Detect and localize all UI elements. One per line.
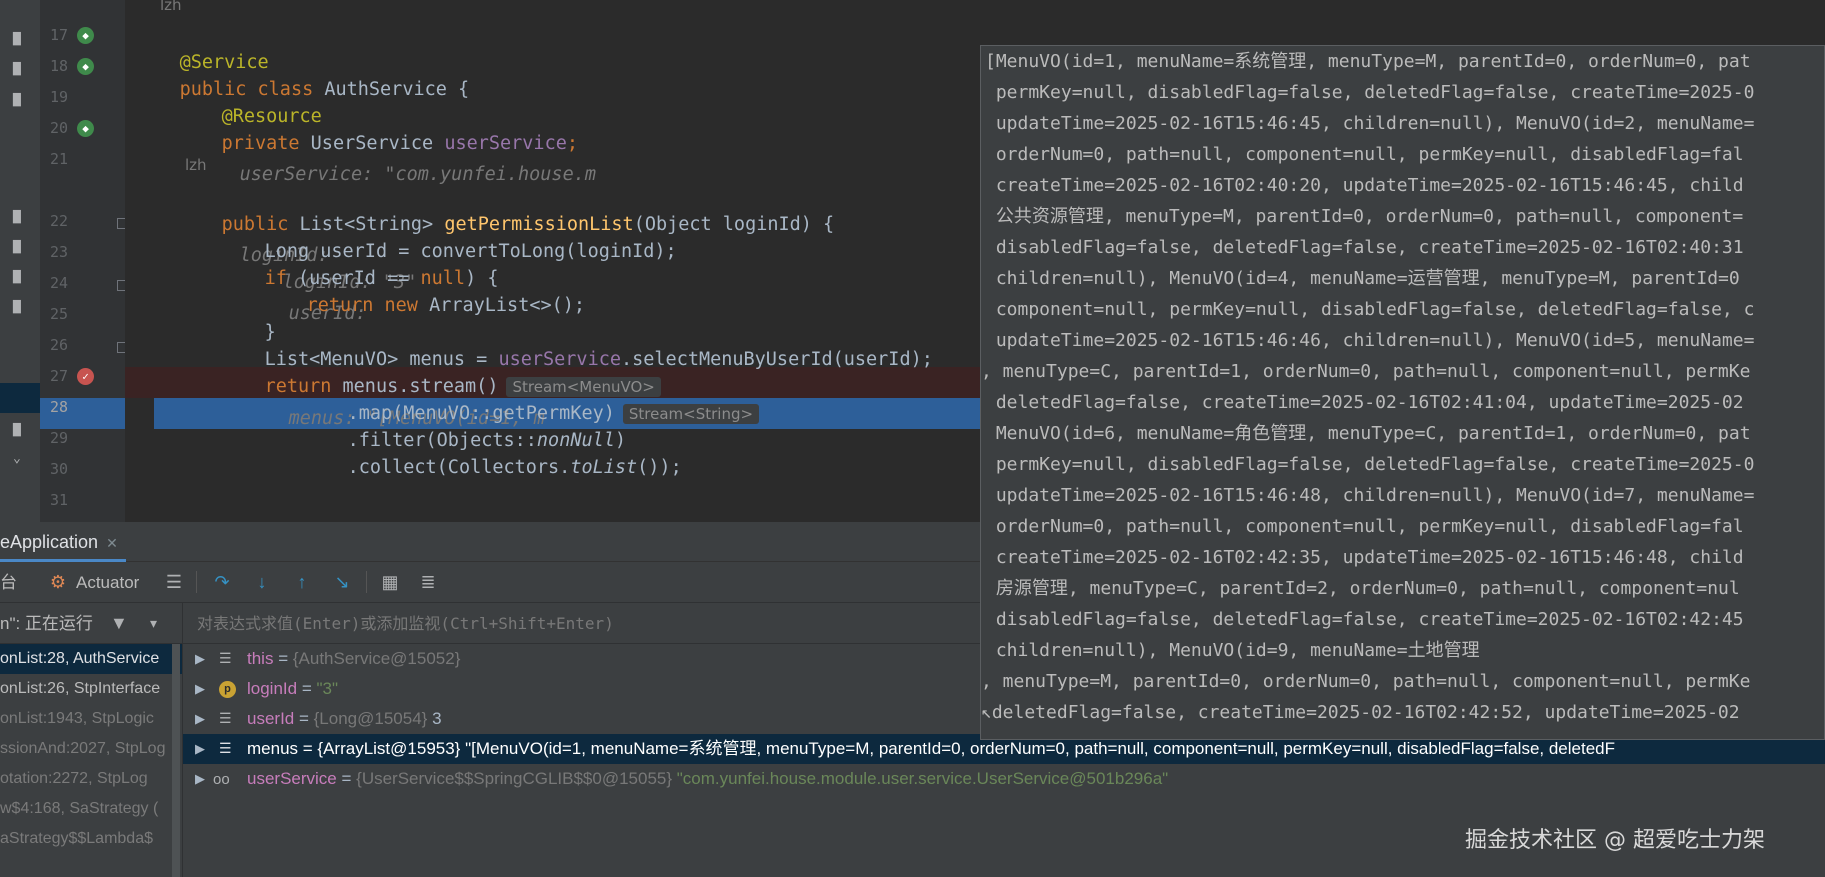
- filter-icon[interactable]: ▼: [110, 603, 128, 644]
- author-inlay[interactable]: lzh: [160, 0, 182, 14]
- breakpoint-icon[interactable]: ✓: [77, 368, 94, 385]
- tooltip-line: [MenuVO(id=1, menuName=系统管理, menuType=M,…: [985, 51, 1751, 72]
- step-over-icon[interactable]: ↷: [210, 570, 234, 594]
- frames-scrollbar[interactable]: [172, 644, 180, 877]
- line-number: 23: [49, 243, 68, 261]
- object-icon: ☰: [219, 710, 232, 726]
- folder-icon[interactable]: ▇: [13, 240, 31, 254]
- tooltip-line: permKey=null, disabledFlag=false, delete…: [985, 82, 1755, 103]
- line-number: 18: [49, 57, 68, 75]
- tab-console[interactable]: 台: [0, 562, 17, 603]
- author-inlay[interactable]: lzh: [185, 156, 207, 174]
- tooltip-line: children=null), MenuVO(id=9, menuName=土地…: [985, 640, 1480, 661]
- tooltip-line: , menuType=M, parentId=0, orderNum=0, pa…: [981, 671, 1751, 692]
- tooltip-line: updateTime=2025-02-16T15:46:48, children…: [985, 485, 1755, 506]
- folder-icon[interactable]: ▇: [13, 210, 31, 224]
- line-number: 31: [49, 491, 68, 509]
- folder-icon[interactable]: ▇: [13, 300, 31, 314]
- project-tool-strip: ▇ ▇ ▇ ▇ ▇ ▇ ▇ ▇ ⌄: [0, 0, 40, 522]
- bean-icon[interactable]: ◆: [77, 27, 94, 44]
- line-number: 29: [49, 429, 68, 447]
- tab-actuator[interactable]: Actuator: [76, 562, 139, 603]
- evaluate-expression-icon[interactable]: ▦: [378, 570, 402, 594]
- tooltip-line: component=null, permKey=null, disabledFl…: [985, 299, 1755, 320]
- line-number: 21: [49, 150, 68, 168]
- frame-item[interactable]: aStrategy$$Lambda$: [0, 824, 182, 854]
- line-number: 20: [49, 119, 68, 137]
- chevron-down-icon[interactable]: ⌄: [13, 452, 31, 466]
- thread-selector[interactable]: n": 正在运行 ▼ ▾: [0, 603, 182, 644]
- frame-item[interactable]: onList:1943, StpLogic: [0, 704, 182, 734]
- navigate-to-bean-icon[interactable]: ◆: [77, 120, 94, 137]
- frame-item[interactable]: onList:28, AuthService: [0, 644, 182, 674]
- line-number: 28: [49, 398, 68, 416]
- site-watermark: 掘金技术社区 @ 超爱吃士力架: [1465, 828, 1765, 853]
- folder-icon[interactable]: ▇: [13, 32, 31, 46]
- object-icon: ☰: [219, 650, 232, 666]
- line-number: 22: [49, 212, 68, 230]
- line-number: 19: [49, 88, 68, 106]
- tooltip-line: disabledFlag=false, deletedFlag=false, c…: [985, 609, 1744, 630]
- expand-arrow-icon[interactable]: ▶: [195, 704, 205, 734]
- tooltip-line: orderNum=0, path=null, component=null, p…: [985, 516, 1744, 537]
- frames-list: onList:28, AuthService onList:26, StpInt…: [0, 644, 182, 877]
- tooltip-line: 房源管理, menuType=C, parentId=2, orderNum=0…: [985, 578, 1740, 599]
- tooltip-line: createTime=2025-02-16T02:40:20, updateTi…: [985, 175, 1744, 196]
- folder-icon[interactable]: ▇: [13, 423, 31, 437]
- watch-glasses-icon: oo: [213, 771, 230, 788]
- variable-row-userService[interactable]: ▶ oo userService = {UserService$$SpringC…: [183, 764, 1825, 794]
- trace-stream-icon[interactable]: ≣: [416, 570, 440, 594]
- chevron-down-icon[interactable]: ▾: [150, 603, 157, 644]
- tooltip-line: 公共资源管理, menuType=M, parentId=0, orderNum…: [985, 206, 1744, 227]
- line-number: 27: [49, 367, 68, 385]
- frame-item[interactable]: otation:2272, StpLog: [0, 764, 182, 794]
- tooltip-line: permKey=null, disabledFlag=false, delete…: [985, 454, 1755, 475]
- tooltip-line: , menuType=C, parentId=1, orderNum=0, pa…: [981, 361, 1751, 382]
- folder-icon[interactable]: ▇: [13, 93, 31, 107]
- folder-icon[interactable]: ▇: [13, 270, 31, 284]
- tooltip-line: ↖deletedFlag=false, createTime=2025-02-1…: [981, 702, 1740, 723]
- frame-item[interactable]: w$4:168, SaStrategy (: [0, 794, 182, 824]
- expand-arrow-icon[interactable]: ▶: [195, 734, 205, 764]
- tooltip-line: disabledFlag=false, deletedFlag=false, c…: [985, 237, 1744, 258]
- line-number: 24: [49, 274, 68, 292]
- line-number: 17: [49, 26, 68, 44]
- thread-status[interactable]: n": 正在运行: [0, 603, 93, 644]
- step-out-icon[interactable]: ↑: [290, 570, 314, 594]
- expand-arrow-icon[interactable]: ▶: [195, 644, 205, 674]
- tab-debug-session[interactable]: eApplication ✕: [0, 522, 126, 562]
- object-icon: ☰: [219, 740, 232, 756]
- toolbar-separator: [196, 571, 197, 593]
- parameter-icon: p: [219, 681, 236, 698]
- line-number: 30: [49, 460, 68, 478]
- close-icon[interactable]: ✕: [106, 535, 118, 551]
- expand-arrow-icon[interactable]: ▶: [195, 674, 205, 704]
- actuator-icon[interactable]: ⚙: [46, 570, 70, 594]
- variable-value-tooltip[interactable]: [MenuVO(id=1, menuName=系统管理, menuType=M,…: [980, 45, 1825, 740]
- folder-icon[interactable]: ▇: [13, 62, 31, 76]
- layout-menu-icon[interactable]: ☰: [162, 570, 186, 594]
- editor-gutter: 17 18 19 20 21 22 23 24 25 26 27 28 29 3…: [40, 0, 125, 522]
- frame-item[interactable]: ssionAnd:2027, StpLog: [0, 734, 182, 764]
- bean-icon[interactable]: ◆: [77, 58, 94, 75]
- step-into-icon[interactable]: ↓: [250, 570, 274, 594]
- line-number: 25: [49, 305, 68, 323]
- expand-arrow-icon[interactable]: ▶: [195, 764, 205, 794]
- toolbar-separator: [366, 571, 367, 593]
- tooltip-line: createTime=2025-02-16T02:42:35, updateTi…: [985, 547, 1744, 568]
- tooltip-line: children=null), MenuVO(id=4, menuName=运营…: [985, 268, 1740, 289]
- frame-item[interactable]: onList:26, StpInterface: [0, 674, 182, 704]
- line-number: 26: [49, 336, 68, 354]
- tooltip-line: MenuVO(id=6, menuName=角色管理, menuType=C, …: [985, 423, 1751, 444]
- tooltip-line: deletedFlag=false, createTime=2025-02-16…: [985, 392, 1744, 413]
- tooltip-line: updateTime=2025-02-16T15:46:45, children…: [985, 113, 1755, 134]
- tooltip-line: orderNum=0, path=null, component=null, p…: [985, 144, 1744, 165]
- tooltip-line: updateTime=2025-02-16T15:46:46, children…: [985, 330, 1755, 351]
- selected-marker: [0, 383, 40, 413]
- run-to-cursor-icon[interactable]: ↘: [330, 570, 354, 594]
